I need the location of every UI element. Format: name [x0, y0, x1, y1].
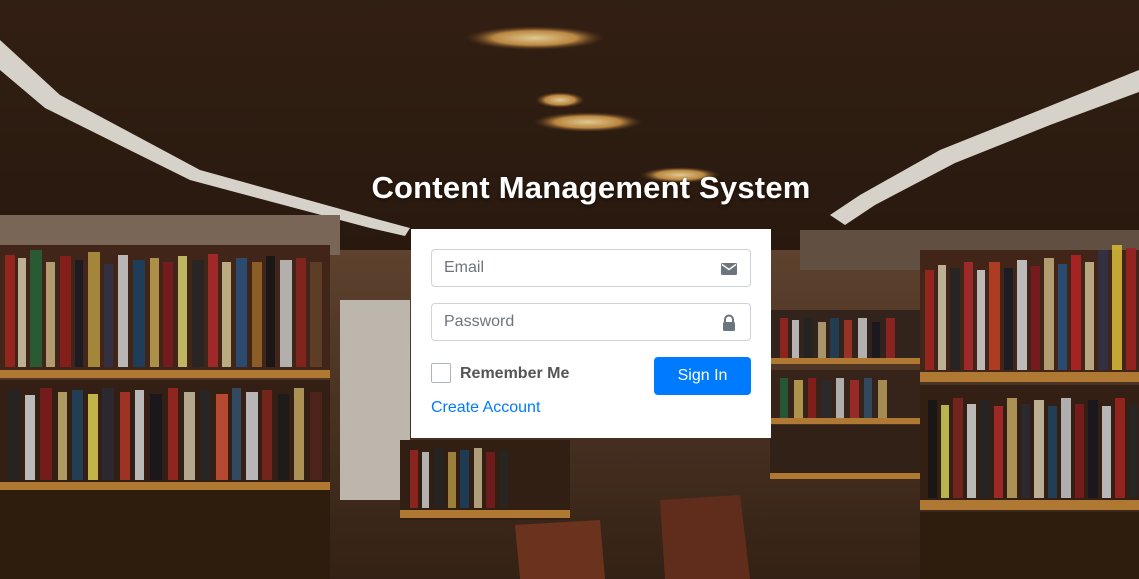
password-field-wrapper — [431, 303, 751, 341]
envelope-icon — [720, 260, 738, 278]
lock-icon — [720, 314, 738, 332]
page-title: Content Management System — [371, 170, 811, 205]
email-input[interactable] — [432, 250, 726, 286]
email-field-wrapper — [431, 249, 751, 287]
remember-me-checkbox[interactable] — [431, 363, 451, 383]
login-card: Remember Me Sign In Create Account — [411, 229, 771, 438]
create-account-link[interactable]: Create Account — [431, 399, 540, 417]
actions-row: Remember Me Sign In — [431, 357, 751, 397]
remember-me-label[interactable]: Remember Me — [460, 365, 569, 383]
sign-in-button[interactable]: Sign In — [654, 357, 751, 395]
password-input[interactable] — [432, 304, 726, 340]
